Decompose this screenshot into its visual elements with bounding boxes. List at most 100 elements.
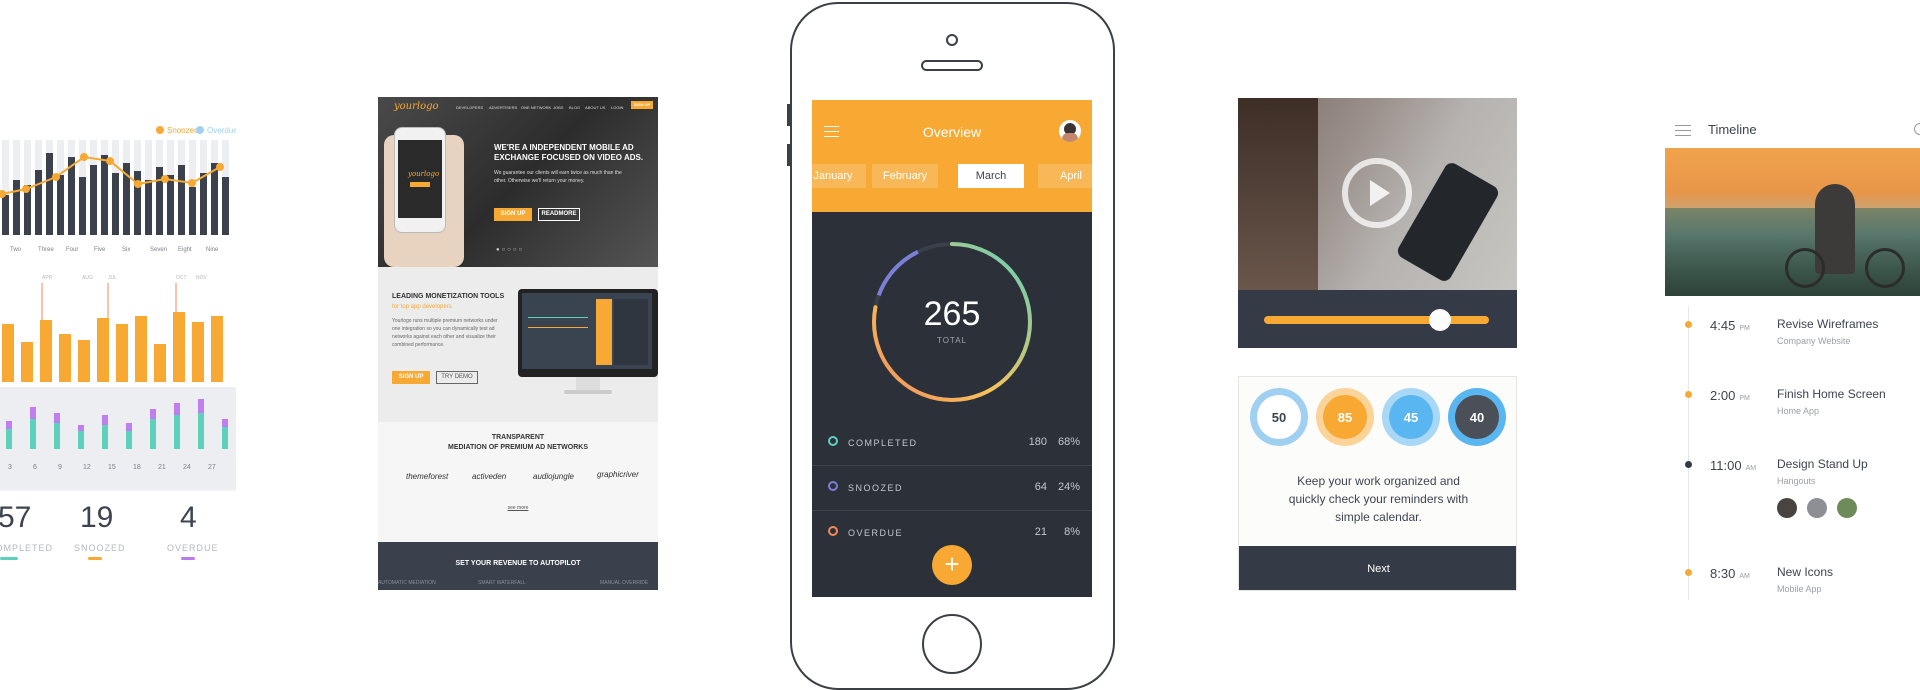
avatar[interactable] — [1807, 498, 1827, 518]
nav-item[interactable]: ABOUT US — [585, 105, 605, 110]
stat-completed-label: COMPLETED — [0, 543, 54, 553]
x-axis-label: Seven — [150, 247, 167, 253]
monitor-image — [518, 289, 658, 377]
circle-value: 85 — [1337, 410, 1353, 425]
section-trydemo-button[interactable]: TRY DEMO — [436, 371, 478, 384]
tab-month[interactable]: February — [872, 164, 938, 188]
bar — [21, 342, 33, 382]
stack-bar-segment — [30, 407, 36, 419]
avatar[interactable] — [1837, 498, 1857, 518]
bar — [135, 316, 147, 382]
play-button[interactable] — [1342, 158, 1412, 228]
timeline-dot — [1685, 461, 1692, 468]
x-axis-label: Five — [94, 247, 106, 253]
stat-completed-line — [0, 557, 18, 560]
section-signup-button[interactable]: SIGN UP — [392, 371, 430, 384]
partner-logo[interactable]: activeden — [472, 472, 506, 481]
stack-bar-segment — [150, 409, 156, 419]
hero-pagination[interactable]: ●○○○○ — [496, 247, 524, 253]
phone-image-button — [410, 182, 430, 187]
hero-title: WE'RE A INDEPENDENT MOBILE AD EXCHANGE F… — [494, 143, 644, 162]
month-label: AUG — [82, 275, 93, 281]
timeline-task[interactable]: New Icons — [1777, 565, 1833, 579]
month-label: JUL — [108, 275, 117, 281]
timeline-subtitle: Company Website — [1777, 336, 1851, 346]
x-axis-label: 21 — [158, 464, 166, 471]
tab-month[interactable]: January — [812, 164, 866, 188]
stack-bar-segment — [174, 415, 180, 449]
add-button[interactable]: + — [932, 545, 972, 585]
reminder-text: Keep your work organized and quickly che… — [1259, 472, 1498, 526]
hero-signup-button[interactable]: SIGN UP — [494, 208, 532, 221]
nav-item[interactable]: LOGIN — [611, 105, 623, 110]
home-button[interactable] — [922, 614, 982, 674]
stack-bar-segment — [6, 421, 12, 429]
nav-signup-button[interactable]: SIGN UP — [631, 101, 653, 109]
x-axis-label: 18 — [133, 464, 141, 471]
search-icon[interactable] — [1914, 123, 1920, 135]
total-label: TOTAL — [936, 336, 968, 345]
status-percent: 8% — [1064, 526, 1080, 538]
status-count: 64 — [1034, 481, 1047, 493]
analytics-card: Snoozed Overdue Two Three Four Five Six Seven E… — [0, 99, 236, 590]
stack-bar-segment — [198, 413, 204, 449]
x-axis-label: Three — [38, 247, 54, 253]
bar — [222, 177, 229, 235]
monitor-chart-line — [528, 317, 588, 318]
next-button[interactable]: Next — [1239, 546, 1516, 590]
bar — [145, 180, 152, 235]
stat-overdue-label: OVERDUE — [167, 543, 219, 553]
tab-month-active[interactable]: March — [958, 164, 1024, 188]
bar — [13, 180, 20, 235]
bar — [211, 316, 223, 382]
nav-item[interactable]: JOBS — [553, 105, 563, 110]
status-row[interactable]: SNOOZED 64 24% — [812, 466, 1092, 511]
bar — [2, 324, 14, 382]
nav-item[interactable]: BLOG — [569, 105, 580, 110]
partner-logo[interactable]: themeforest — [406, 472, 448, 481]
nav-item[interactable]: DEVELOPERS — [456, 105, 483, 110]
x-axis-label: Four — [66, 247, 78, 253]
status-count: 21 — [1034, 526, 1047, 538]
nav-item[interactable]: ONE NETWORK — [521, 105, 551, 110]
legend-swatch — [196, 126, 204, 134]
bar — [35, 170, 42, 235]
monetization-section: LEADING MONETIZATION TOOLS for top app d… — [378, 267, 658, 422]
tab-month[interactable]: April — [1038, 164, 1092, 188]
circle-value: 45 — [1403, 410, 1419, 425]
bar — [167, 175, 174, 235]
bar — [154, 344, 166, 382]
timeline-task[interactable]: Finish Home Screen — [1777, 387, 1886, 401]
timeline-subtitle: Hangouts — [1777, 476, 1816, 486]
x-axis-label: 12 — [83, 464, 91, 471]
hero-readmore-button[interactable]: READMORE — [538, 208, 580, 221]
nav-item[interactable]: ADVERTISERS — [489, 105, 517, 110]
timeline-line — [1688, 306, 1689, 600]
timeline-task[interactable]: Revise Wireframes — [1777, 317, 1878, 331]
monitor-screen — [522, 293, 652, 369]
bar — [90, 165, 97, 235]
partner-logo[interactable]: graphicriver — [597, 470, 639, 479]
status-row[interactable]: COMPLETED 180 68% — [812, 421, 1092, 466]
transparent-title: TRANSPARENT — [491, 434, 545, 441]
hero-text: We guarantee our clients will earn twice… — [494, 170, 622, 184]
video-progress-track[interactable] — [1264, 316, 1489, 324]
partner-logo[interactable]: audiojungle — [533, 472, 574, 481]
video-progress-handle[interactable] — [1428, 309, 1451, 331]
stack-bar-segment — [126, 423, 132, 431]
see-more-link[interactable]: see more — [378, 505, 658, 511]
autopilot-item: AUTOMATIC MEDIATION — [378, 580, 436, 586]
phone-side-button — [787, 104, 791, 126]
timeline-task[interactable]: Design Stand Up — [1777, 457, 1868, 471]
stat-overdue-line — [181, 557, 195, 560]
profile-avatar[interactable] — [1059, 120, 1081, 142]
transparent-subtitle: MEDIATION OF PREMIUM AD NETWORKS — [448, 444, 588, 451]
timeline-time: 4:45 PM — [1710, 318, 1750, 333]
reminder-text-line: simple calendar. — [1335, 510, 1422, 524]
trend-point — [80, 153, 88, 161]
bar — [40, 320, 52, 382]
status-label: OVERDUE — [848, 528, 904, 538]
avatar[interactable] — [1777, 498, 1797, 518]
timeline-dot — [1685, 391, 1692, 398]
timeline-menu-icon[interactable] — [1675, 125, 1691, 136]
